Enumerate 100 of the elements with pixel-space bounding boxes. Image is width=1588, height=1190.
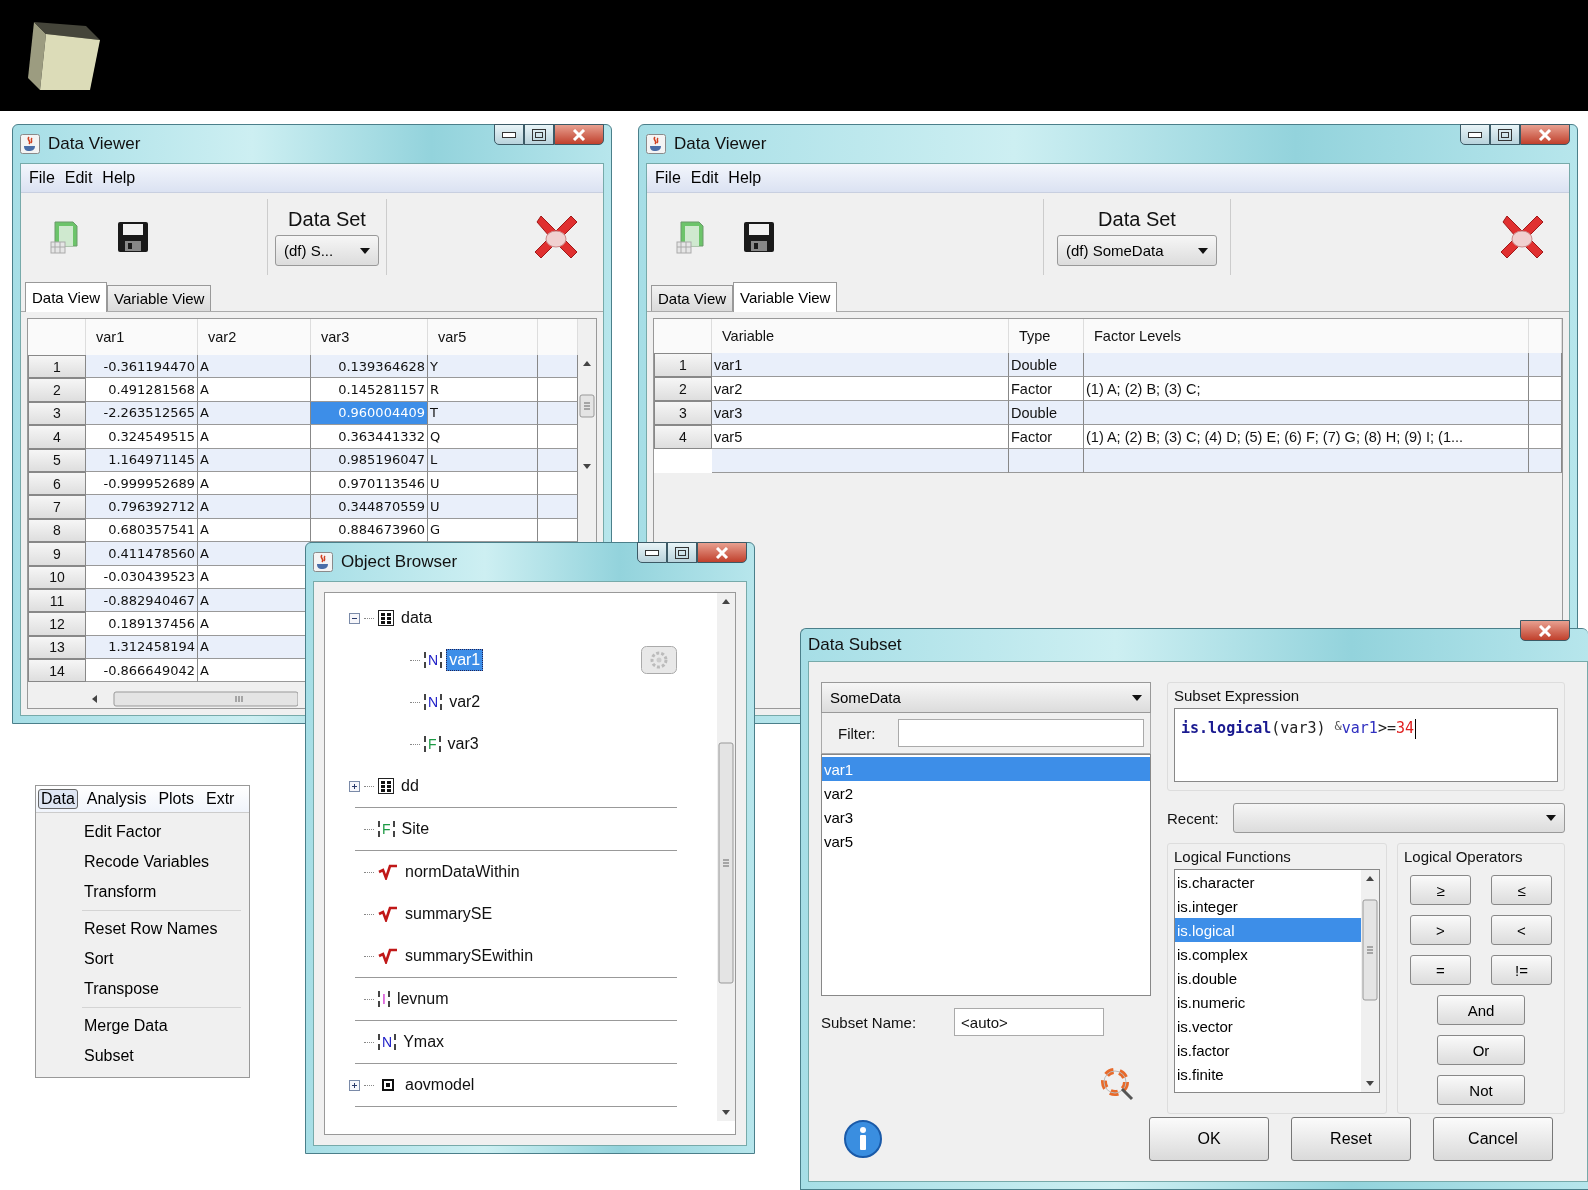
menu-item[interactable]: Reset Row Names (36, 914, 245, 944)
close-button[interactable] (697, 542, 747, 563)
row-header[interactable]: 12 (28, 612, 86, 636)
row-header[interactable]: 13 (28, 635, 86, 660)
close-button[interactable] (554, 124, 604, 145)
operator-button[interactable]: = (1410, 955, 1471, 985)
operator-button[interactable]: Or (1437, 1035, 1525, 1065)
menu-item[interactable]: File (651, 169, 685, 187)
tree-item[interactable]: dd (398, 775, 422, 797)
row-header[interactable]: 11 (28, 588, 86, 613)
tree-item[interactable]: Ymax (400, 1031, 448, 1053)
list-item[interactable]: is.factor (1175, 1038, 1361, 1062)
maximize-button[interactable] (1490, 124, 1520, 145)
list-item[interactable]: is.double (1175, 966, 1361, 990)
dialog-button[interactable]: Cancel (1433, 1116, 1553, 1161)
row-header[interactable]: 9 (28, 542, 86, 566)
menu-bar-item[interactable]: Data (38, 789, 78, 809)
row-header[interactable]: 10 (28, 565, 86, 589)
row-header[interactable]: 14 (28, 659, 86, 683)
info-icon[interactable] (843, 1118, 883, 1159)
operator-button[interactable]: ≤ (1491, 875, 1552, 905)
data-set-dropdown[interactable]: (df) S... (275, 235, 379, 266)
tree-item[interactable]: summarySE (402, 903, 496, 925)
data-set-dropdown[interactable]: SomeData (821, 682, 1151, 713)
tree-item[interactable]: summarySEwithin (402, 945, 537, 967)
tree-item[interactable]: data (398, 607, 436, 629)
list-item[interactable]: is.integer (1175, 894, 1361, 918)
row-header[interactable]: 2 (28, 378, 86, 402)
menu-item[interactable]: Merge Data (36, 1011, 245, 1041)
tree-item[interactable]: normDataWithin (402, 861, 523, 883)
tab[interactable]: Data View (651, 285, 734, 311)
minimize-button[interactable] (494, 124, 524, 145)
menu-item[interactable]: File (25, 169, 59, 187)
menu-item[interactable]: Sort (36, 944, 245, 974)
row-header[interactable]: 1 (28, 355, 86, 379)
row-header[interactable]: 3 (654, 401, 712, 425)
menu-bar-item[interactable]: Plots (155, 789, 197, 809)
operator-button[interactable]: != (1491, 955, 1552, 985)
menu-item[interactable]: Transpose (36, 974, 245, 1004)
maximize-button[interactable] (667, 542, 697, 563)
operator-button[interactable]: > (1410, 915, 1471, 945)
column-header[interactable]: Variable (712, 319, 1009, 353)
operator-button[interactable]: Not (1437, 1075, 1525, 1105)
tree-item[interactable]: levnum (393, 988, 452, 1010)
dialog-button[interactable]: OK (1149, 1116, 1269, 1161)
menu-bar-item[interactable]: Analysis (83, 789, 150, 809)
column-header[interactable]: var5 (428, 319, 538, 355)
row-header[interactable]: 8 (28, 518, 86, 543)
operator-button[interactable]: < (1491, 915, 1552, 945)
list-item[interactable]: is.numeric (1175, 990, 1361, 1014)
dialog-button[interactable]: Reset (1291, 1116, 1411, 1161)
tree-item[interactable]: Site (398, 818, 433, 840)
expand-icon[interactable] (349, 780, 360, 792)
menu-item[interactable]: Subset (36, 1041, 245, 1071)
tree-item[interactable]: var3 (444, 733, 482, 755)
expression-field[interactable]: is.logical(var3) &var1>=34 (1174, 708, 1558, 782)
data-set-dropdown[interactable]: (df) SomeData (1057, 235, 1217, 266)
operator-button[interactable]: And (1437, 995, 1525, 1025)
row-header[interactable]: 6 (28, 471, 86, 496)
list-item[interactable]: is.complex (1175, 942, 1361, 966)
menu-bar-item[interactable]: Extr (202, 789, 238, 809)
column-header[interactable]: Factor Levels (1084, 319, 1529, 353)
expand-icon[interactable] (349, 1079, 360, 1091)
list-item[interactable]: var3 (822, 805, 1150, 829)
menu-item[interactable]: Transform (36, 877, 245, 907)
lifebuoy-icon[interactable] (1101, 1068, 1135, 1102)
row-header[interactable]: 7 (28, 495, 86, 519)
maximize-button[interactable] (524, 124, 554, 145)
operator-button[interactable]: ≥ (1410, 875, 1471, 905)
tab[interactable]: Data View (25, 282, 108, 312)
list-item[interactable]: is.vector (1175, 1014, 1361, 1038)
close-button[interactable] (1520, 124, 1570, 145)
menu-item[interactable]: Help (724, 169, 766, 187)
tab[interactable]: Variable View (733, 282, 838, 312)
row-header[interactable]: 4 (654, 425, 712, 449)
tree-item[interactable]: aovmodel (402, 1074, 478, 1096)
list-item[interactable]: var5 (822, 829, 1150, 853)
filter-field[interactable] (897, 719, 1144, 747)
recent-dropdown[interactable] (1232, 803, 1565, 833)
close-button[interactable] (1520, 620, 1570, 641)
row-header[interactable]: 5 (28, 448, 86, 472)
vertical-scrollbar[interactable] (1361, 870, 1379, 1092)
row-header[interactable]: 3 (28, 401, 86, 426)
collapse-icon[interactable] (349, 612, 360, 624)
subset-name-field[interactable]: <auto> (954, 1008, 1105, 1036)
row-header[interactable]: 4 (28, 425, 86, 449)
list-item[interactable]: var2 (822, 781, 1150, 805)
list-item[interactable]: is.character (1175, 870, 1361, 894)
minimize-button[interactable] (1460, 124, 1490, 145)
menu-item[interactable]: Recode Variables (36, 847, 245, 877)
column-header[interactable]: var2 (198, 319, 311, 355)
tree-item[interactable]: var2 (446, 691, 484, 713)
menu-item[interactable]: Edit Factor (36, 817, 245, 847)
vertical-scrollbar[interactable] (717, 593, 735, 1121)
menu-item[interactable]: Help (98, 169, 140, 187)
menu-item[interactable]: Edit (686, 169, 723, 187)
tab[interactable]: Variable View (107, 285, 212, 311)
row-header[interactable]: 2 (654, 377, 712, 401)
minimize-button[interactable] (637, 542, 667, 563)
column-header[interactable]: var1 (86, 319, 198, 355)
